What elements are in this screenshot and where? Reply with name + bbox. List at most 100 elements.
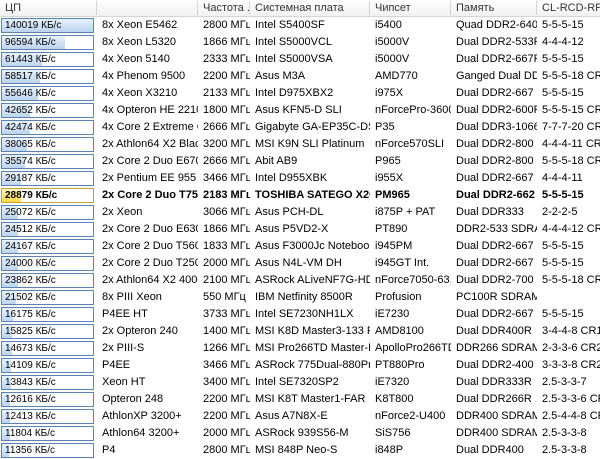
- table-row[interactable]: 25072 КБ/с 2x Xeon 3066 МГц Asus PCH-DL i875…: [0, 204, 600, 221]
- timings-cell: 5-5-5-18 CR2: [542, 274, 600, 286]
- motherboard-cell: Asus A7N8X-E: [255, 410, 328, 422]
- chipset-cell: i955X: [375, 172, 404, 184]
- table-row[interactable]: 21502 КБ/с 8x PIII Xeon 550 МГц IBM Netfini…: [0, 289, 600, 306]
- score-cell: 12413 КБ/с: [0, 408, 97, 425]
- results-list: 140019 КБ/с 8x Xeon E5462 2800 МГц Intel S5…: [0, 17, 600, 459]
- score-cell: 11356 КБ/с: [0, 442, 97, 459]
- score-value: 14673 КБ/с: [5, 343, 56, 354]
- memory-cell: DDR400 SDRAM: [456, 427, 537, 439]
- score-bar-frame: 42474 КБ/с: [1, 120, 94, 135]
- frequency-cell: 2666 МГц: [203, 121, 250, 133]
- score-bar-frame: 13843 КБ/с: [1, 375, 94, 390]
- memory-cell: Dual DDR400R: [456, 325, 532, 337]
- score-bar-frame: 14673 КБ/с: [1, 341, 94, 356]
- table-row[interactable]: 55646 КБ/с 4x Xeon X3210 2133 МГц Intel D97…: [0, 85, 600, 102]
- memory-cell: Dual DDR2-667: [456, 240, 534, 252]
- frequency-cell: 3466 МГц: [203, 172, 250, 184]
- memory-cell: Dual DDR266R: [456, 393, 532, 405]
- chipset-cell: PT890: [375, 223, 408, 235]
- column-header-chipset[interactable]: Чипсет: [370, 0, 450, 16]
- chipset-cell: AMD8100: [375, 325, 424, 337]
- score-cell: 24167 КБ/с: [0, 238, 97, 255]
- column-header-motherboard[interactable]: Системная плата: [250, 0, 369, 16]
- motherboard-cell: IBM Netfinity 8500R: [255, 291, 353, 303]
- score-value: 35574 КБ/с: [5, 156, 56, 167]
- table-row[interactable]: 35574 КБ/с 2x Core 2 Duo E6700 2666 МГц Abi…: [0, 153, 600, 170]
- column-header-cpu-model[interactable]: [97, 0, 198, 16]
- table-row[interactable]: 23862 КБ/с 2x Athlon64 X2 4000+ 2100 МГц AS…: [0, 272, 600, 289]
- frequency-cell: 2183 МГц: [203, 189, 250, 201]
- table-row[interactable]: 13843 КБ/с Xeon HT 3400 МГц Intel SE7320SP2…: [0, 374, 600, 391]
- table-row[interactable]: 24000 КБ/с 2x Core 2 Duo T2500 2000 МГц Asu…: [0, 255, 600, 272]
- score-value: 13843 КБ/с: [5, 377, 56, 388]
- motherboard-cell: Asus F3000Jc Notebook: [255, 240, 370, 252]
- cpu-cell: AthlonXP 3200+: [102, 410, 182, 422]
- cpu-cell: 2x Core 2 Duo T7500: [102, 189, 198, 201]
- table-row[interactable]: 96594 КБ/с 8x Xeon L5320 1866 МГц Intel S50…: [0, 34, 600, 51]
- score-bar-frame: 15825 КБ/с: [1, 324, 94, 339]
- table-row[interactable]: 140019 КБ/с 8x Xeon E5462 2800 МГц Intel S5…: [0, 17, 600, 34]
- table-row[interactable]: 16175 КБ/с P4EE HT 3733 МГц Intel SE7230NH1…: [0, 306, 600, 323]
- timings-cell: 5-5-5-15: [542, 19, 584, 31]
- column-header-timings[interactable]: CL-RCD-RP-R...: [537, 0, 600, 16]
- cpu-cell: 4x Xeon X3210: [102, 87, 178, 99]
- chipset-cell: P965: [375, 155, 401, 167]
- table-row[interactable]: 12413 КБ/с AthlonXP 3200+ 2200 МГц Asus A7N…: [0, 408, 600, 425]
- cpu-cell: 2x Xeon: [102, 206, 143, 218]
- column-header-row: ЦП Частота ... Системная плата Чипсет Па…: [0, 0, 600, 17]
- score-bar-frame: 35574 КБ/с: [1, 154, 94, 169]
- chipset-cell: i975X: [375, 87, 404, 99]
- timings-cell: 2.5-3-3-8: [542, 444, 587, 456]
- timings-cell: 5-5-5-15: [542, 308, 584, 320]
- frequency-cell: 3200 МГц: [203, 138, 250, 150]
- score-bar-frame: 21502 КБ/с: [1, 290, 94, 305]
- score-cell: 55646 КБ/с: [0, 85, 97, 102]
- score-cell: 11804 КБ/с: [0, 425, 97, 442]
- table-row[interactable]: 58517 КБ/с 4x Phenom 9500 2200 МГц Asus M3A…: [0, 68, 600, 85]
- cpu-cell: Opteron 248: [102, 393, 164, 405]
- score-cell: 28879 КБ/с: [0, 187, 97, 204]
- memory-cell: Dual DDR2-533FB: [456, 36, 537, 48]
- score-value: 58517 КБ/с: [5, 71, 56, 82]
- frequency-cell: 1833 МГц: [203, 240, 250, 252]
- score-bar-frame: 42652 КБ/с: [1, 103, 94, 118]
- cpu-cell: Xeon HT: [102, 376, 146, 388]
- motherboard-cell: MSI K8T Master1-FAR: [255, 393, 366, 405]
- table-row[interactable]: 15825 КБ/с 2x Opteron 240 1400 МГц MSI K8D …: [0, 323, 600, 340]
- table-row[interactable]: 38065 КБ/с 2x Athlon64 X2 Black ... 3200 М…: [0, 136, 600, 153]
- table-row[interactable]: 11356 КБ/с P4 2800 МГц MSI 848P Neo-S i848P D…: [0, 442, 600, 459]
- timings-cell: [537, 289, 600, 306]
- table-row[interactable]: 42652 КБ/с 4x Opteron HE 2210 1800 МГц Asus…: [0, 102, 600, 119]
- table-row[interactable]: 12616 КБ/с Opteron 248 2200 МГц MSI K8T Mas…: [0, 391, 600, 408]
- chipset-cell: i5000V: [375, 36, 410, 48]
- table-row[interactable]: 61443 КБ/с 4x Xeon 5140 2333 МГц Intel S500…: [0, 51, 600, 68]
- column-header-frequency[interactable]: Частота ...: [198, 0, 249, 16]
- motherboard-cell: TOSHIBA SATEGO X200: [255, 189, 370, 201]
- column-header-memory[interactable]: Память: [451, 0, 536, 16]
- table-row[interactable]: 42474 КБ/с 4x Core 2 Extreme QX... 2666 МГ…: [0, 119, 600, 136]
- table-row-current-system[interactable]: 28879 КБ/с 2x Core 2 Duo T7500 2183 МГц TOS…: [0, 187, 600, 204]
- motherboard-cell: MSI K8D Master3-133 FS: [255, 325, 370, 337]
- memory-cell: Dual DDR2-700: [456, 274, 534, 286]
- chipset-cell: nForce2-U400: [375, 410, 446, 422]
- table-row[interactable]: 11804 КБ/с Athlon64 3200+ 2000 МГц ASRock 9…: [0, 425, 600, 442]
- table-row[interactable]: 24167 КБ/с 2x Core 2 Duo T5600 1833 МГц Asu…: [0, 238, 600, 255]
- frequency-cell: 1400 МГц: [203, 325, 250, 337]
- memory-cell: Dual DDR2-662: [456, 189, 535, 201]
- cpu-cell: 2x Core 2 Duo E6300: [102, 223, 198, 235]
- table-row[interactable]: 14109 КБ/с P4EE 3466 МГц ASRock 775Dual-880…: [0, 357, 600, 374]
- memory-cell: Ganged Dual DDR...: [456, 70, 537, 82]
- timings-cell: 3-4-4-8 CR1: [542, 325, 600, 337]
- score-cell: 58517 КБ/с: [0, 68, 97, 85]
- column-header-cpu[interactable]: ЦП: [0, 0, 97, 16]
- frequency-cell: 2133 МГц: [203, 87, 250, 99]
- table-row[interactable]: 29187 КБ/с 2x Pentium EE 955 HT 3466 МГц In…: [0, 170, 600, 187]
- table-row[interactable]: 14673 КБ/с 2x PIII-S 1266 МГц MSI Pro266TD …: [0, 340, 600, 357]
- score-cell: 42652 КБ/с: [0, 102, 97, 119]
- motherboard-cell: MSI K9N SLI Platinum: [255, 138, 365, 150]
- score-cell: 25072 КБ/с: [0, 204, 97, 221]
- timings-cell: 5-5-5-15: [542, 189, 584, 201]
- score-value: 42474 КБ/с: [5, 122, 56, 133]
- memory-cell: Dual DDR333R: [456, 376, 532, 388]
- table-row[interactable]: 24512 КБ/с 2x Core 2 Duo E6300 1866 МГц Asu…: [0, 221, 600, 238]
